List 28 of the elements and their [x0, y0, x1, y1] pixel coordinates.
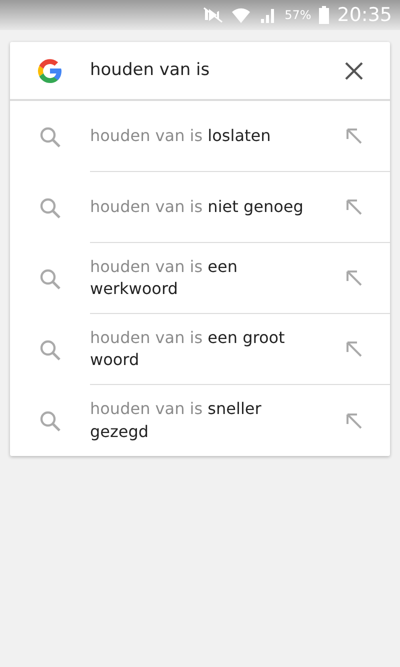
signal-icon	[258, 6, 277, 24]
fill-query-button[interactable]	[344, 197, 364, 217]
arrow-up-left-icon	[346, 270, 362, 286]
battery-percentage: 57%	[284, 7, 312, 24]
clock: 20:35	[337, 2, 392, 28]
suggestion-item[interactable]: houden van is een werkwoord	[90, 256, 320, 300]
suggestion-item[interactable]: houden van is loslaten	[90, 124, 320, 148]
arrow-up-left-icon	[346, 199, 362, 215]
search-field[interactable]: houden van is	[90, 58, 342, 84]
battery-icon	[319, 6, 330, 24]
arrow-up-left-icon	[346, 341, 362, 357]
search-icon	[39, 196, 61, 218]
search-icon	[39, 268, 61, 290]
wifi-icon	[230, 6, 251, 24]
suggestion-item[interactable]: houden van is niet genoeg	[90, 196, 320, 218]
fill-query-button[interactable]	[344, 339, 364, 359]
arrow-up-left-icon	[346, 412, 362, 428]
search-icon	[39, 338, 61, 360]
fill-query-button[interactable]	[344, 268, 364, 288]
search-icon	[39, 410, 61, 432]
fill-query-button[interactable]	[344, 410, 364, 430]
fill-query-button[interactable]	[344, 126, 364, 146]
arrow-up-left-icon	[346, 128, 362, 144]
suggestion-item[interactable]: houden van is sneller gezegd	[90, 398, 320, 443]
notifications-muted-icon	[202, 7, 223, 23]
close-icon	[345, 62, 363, 80]
search-icon	[39, 126, 61, 148]
suggestion-item[interactable]: houden van is een groot woord	[90, 326, 320, 372]
